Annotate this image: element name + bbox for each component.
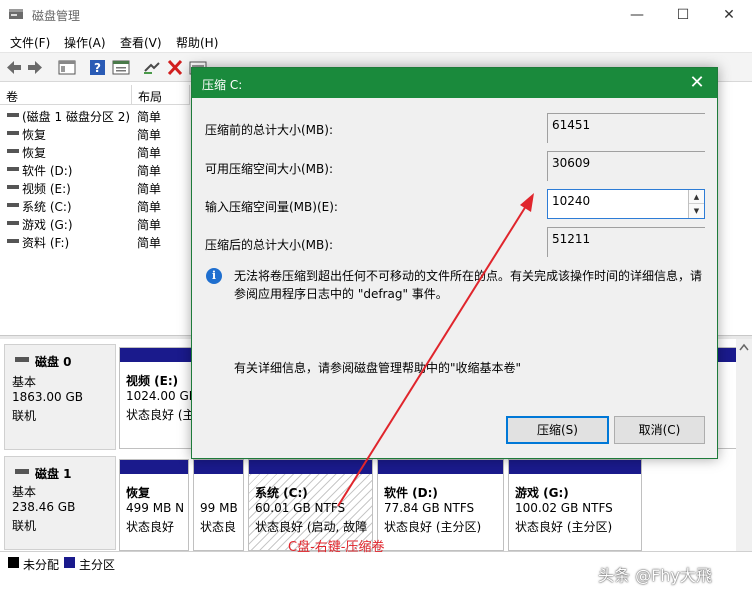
connect-icon[interactable] [143, 59, 161, 76]
disk-icon [15, 469, 29, 474]
disk-management-icon [9, 9, 23, 19]
spin-down-icon[interactable]: ▼ [689, 204, 704, 218]
volume-icon [7, 239, 19, 243]
column-header-volume[interactable]: 卷 [0, 85, 132, 105]
maximize-button[interactable]: ☐ [660, 0, 706, 30]
volume-row[interactable]: 系统 (C:) 简单 [0, 196, 200, 214]
volume-row[interactable]: 恢复 简单 [0, 142, 200, 160]
total-size-after-label: 压缩后的总计大小(MB): [205, 238, 333, 252]
total-size-before-value: 61451 [547, 113, 705, 143]
legend-unallocated-swatch [8, 557, 19, 568]
volume-icon [7, 131, 19, 135]
disk-icon [15, 357, 29, 362]
partition-d[interactable]: 软件 (D:) 77.84 GB NTFS 状态良好 (主分区) [377, 459, 504, 551]
forward-icon[interactable] [26, 59, 44, 76]
volume-icon [7, 149, 19, 153]
back-icon[interactable] [5, 59, 23, 76]
help-detail-text: 有关详细信息，请参阅磁盘管理帮助中的"收缩基本卷" [234, 361, 522, 375]
volume-row[interactable]: 视频 (E:) 简单 [0, 178, 200, 196]
shrink-button[interactable]: 压缩(S) [506, 416, 609, 444]
watermark-text: 头条 @Fhy大飛 [598, 566, 712, 585]
volume-icon [7, 113, 19, 117]
menu-file[interactable]: 文件(F) [10, 34, 50, 51]
shrink-dialog: 压缩 C: ✕ 压缩前的总计大小(MB): 61451 可用压缩空间大小(MB)… [191, 67, 718, 459]
partition-g[interactable]: 游戏 (G:) 100.02 GB NTFS 状态良好 (主分区) [508, 459, 642, 551]
window-title: 磁盘管理 [32, 9, 81, 23]
volume-row[interactable]: 软件 (D:) 简单 [0, 160, 200, 178]
console-tree-icon[interactable] [58, 59, 76, 76]
disk-view-scrollbar[interactable] [736, 339, 752, 551]
info-icon: i [206, 268, 222, 284]
minimize-button[interactable]: — [614, 0, 660, 30]
help-icon[interactable]: ? [89, 59, 107, 76]
menu-action[interactable]: 操作(A) [64, 34, 106, 51]
menu-bar: 文件(F) 操作(A) 查看(V) 帮助(H) [0, 30, 752, 52]
partition-efi[interactable]: 99 MB 状态良 [193, 459, 244, 551]
volume-row[interactable]: (磁盘 1 磁盘分区 2) 简单 [0, 106, 200, 124]
properties-icon[interactable] [112, 59, 130, 76]
available-shrink-value: 30609 [547, 151, 705, 181]
available-shrink-label: 可用压缩空间大小(MB): [205, 162, 333, 176]
partition-e[interactable]: 视频 (E:) 1024.00 GB 状态良好 (主 [119, 347, 199, 449]
volume-row[interactable]: 恢复 简单 [0, 124, 200, 142]
info-message: 无法将卷压缩到超出任何不可移动的文件所在的点。有关完成该操作时间的详细信息，请参… [234, 269, 703, 301]
close-button[interactable]: ✕ [706, 0, 752, 30]
spin-up-icon[interactable]: ▲ [689, 190, 704, 204]
partition-recovery[interactable]: 恢复 499 MB N 状态良好 [119, 459, 189, 551]
volume-icon [7, 203, 19, 207]
volume-icon [7, 167, 19, 171]
cancel-button[interactable]: 取消(C) [614, 416, 705, 444]
total-size-before-label: 压缩前的总计大小(MB): [205, 123, 333, 137]
menu-view[interactable]: 查看(V) [120, 34, 162, 51]
legend-primary-swatch [64, 557, 75, 568]
shrink-amount-input[interactable]: 10240 ▲ ▼ [547, 189, 705, 219]
column-header-layout[interactable]: 布局 [132, 85, 190, 105]
disk-0-label[interactable]: 磁盘 0 基本 1863.00 GB 联机 [4, 344, 116, 450]
volume-icon [7, 185, 19, 189]
volume-row[interactable]: 资料 (F:) 简单 [0, 232, 200, 250]
shrink-amount-label: 输入压缩空间量(MB)(E): [205, 200, 338, 214]
volume-row[interactable]: 游戏 (G:) 简单 [0, 214, 200, 232]
partition-disk0-edge[interactable] [716, 347, 738, 449]
menu-help[interactable]: 帮助(H) [176, 34, 218, 51]
shrink-amount-stepper[interactable]: ▲ ▼ [688, 190, 704, 218]
volume-icon [7, 221, 19, 225]
scroll-up-icon[interactable] [739, 343, 749, 351]
dialog-titlebar: 压缩 C: ✕ [192, 68, 717, 98]
total-size-after-value: 51211 [547, 227, 705, 257]
dialog-title: 压缩 C: [202, 78, 243, 92]
legend-primary-label: 主分区 [79, 558, 116, 572]
legend-unallocated-label: 未分配 [23, 558, 60, 572]
window-titlebar: 磁盘管理 — ☐ ✕ [0, 0, 752, 30]
annotation-text: C盘-右键-压缩卷 [288, 540, 385, 555]
svg-text:?: ? [94, 61, 101, 75]
dialog-close-button[interactable]: ✕ [685, 71, 709, 95]
disk-1-label[interactable]: 磁盘 1 基本 238.46 GB 联机 [4, 456, 116, 550]
delete-icon[interactable] [166, 59, 184, 76]
